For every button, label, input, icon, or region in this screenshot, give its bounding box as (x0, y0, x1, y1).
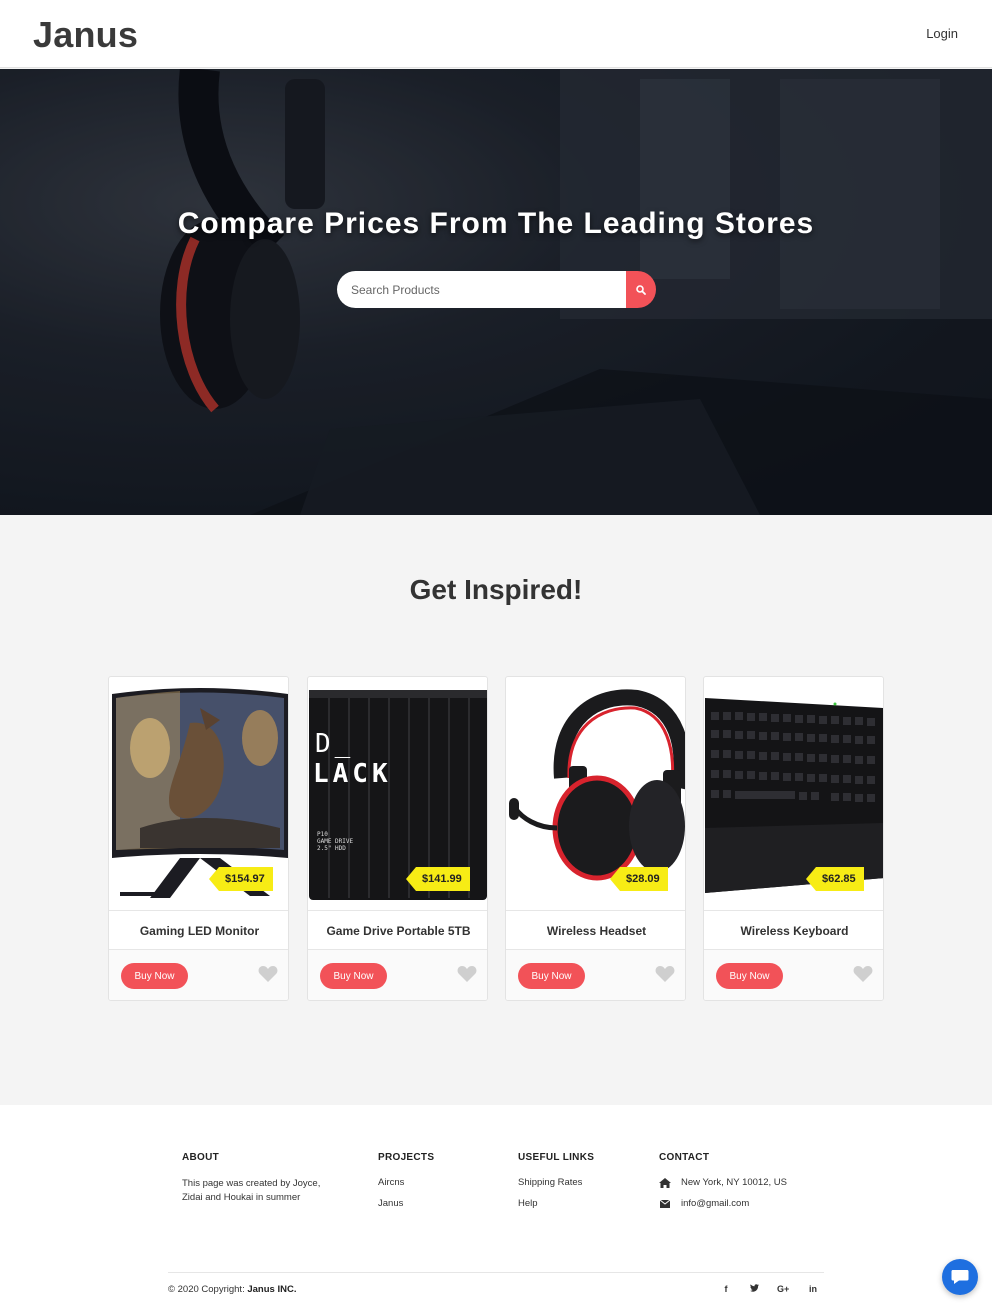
buy-now-button[interactable]: Buy Now (716, 963, 783, 989)
footer-heading: PROJECTS (378, 1152, 435, 1163)
heart-icon[interactable] (457, 965, 477, 983)
card-footer: Buy Now (308, 950, 487, 1000)
chat-bubble-icon (951, 1270, 969, 1284)
footer-contact: CONTACT New York, NY 10012, US info@gmai… (659, 1152, 787, 1209)
site-footer: ABOUT This page was created by Joyce, Zi… (0, 1105, 992, 1306)
product-name[interactable]: Gaming LED Monitor (109, 910, 288, 950)
footer-heading: USEFUL LINKS (518, 1152, 595, 1163)
brand-logo[interactable]: Janus (33, 14, 138, 56)
about-text: This page was created by Joyce, Zidai an… (182, 1178, 321, 1203)
contact-address-text: New York, NY 10012, US (681, 1177, 787, 1188)
product-card: $28.09 Wireless Headset Buy Now (505, 676, 686, 1001)
product-name[interactable]: Wireless Headset (506, 910, 685, 950)
price-tag: $141.99 (406, 867, 470, 891)
twitter-icon[interactable] (748, 1284, 760, 1294)
buy-now-button[interactable]: Buy Now (320, 963, 387, 989)
copyright-text: © 2020 Copyright: (168, 1284, 245, 1295)
price-tag: $28.09 (610, 867, 668, 891)
buy-now-button[interactable]: Buy Now (518, 963, 585, 989)
product-card: D_ LACK P10 GAME DRIVE 2.5" HDD $141.99 … (307, 676, 488, 1001)
contact-email-text[interactable]: info@gmail.com (681, 1198, 749, 1209)
copyright: © 2020 Copyright: Janus INC. (168, 1284, 296, 1295)
buy-now-button[interactable]: Buy Now (121, 963, 188, 989)
linkedin-icon[interactable]: in (807, 1284, 819, 1294)
search-button[interactable] (626, 271, 656, 308)
hero-banner: Compare Prices From The Leading Stores (0, 69, 992, 515)
footer-heading: CONTACT (659, 1152, 710, 1163)
product-card: $154.97 Gaming LED Monitor Buy Now (108, 676, 289, 1001)
footer-projects: PROJECTS Aircns Janus (378, 1152, 434, 1209)
svg-text:P10: P10 (317, 831, 328, 838)
home-icon (659, 1177, 671, 1188)
heart-icon[interactable] (853, 965, 873, 983)
heart-icon[interactable] (258, 965, 278, 983)
svg-text:D_: D_ (315, 729, 354, 759)
product-name[interactable]: Game Drive Portable 5TB (308, 910, 487, 950)
search-bar (337, 271, 656, 308)
copyright-owner[interactable]: Janus INC. (247, 1284, 296, 1295)
footer-link-aircns[interactable]: Aircns (378, 1177, 434, 1188)
search-input[interactable] (337, 271, 626, 308)
svg-text:LACK: LACK (313, 759, 392, 789)
footer-link-help[interactable]: Help (518, 1198, 594, 1209)
facebook-icon[interactable]: f (720, 1284, 732, 1294)
card-footer: Buy Now (704, 950, 883, 1000)
contact-email: info@gmail.com (659, 1198, 787, 1209)
footer-about: ABOUT This page was created by Joyce, Zi… (182, 1152, 322, 1205)
footer-divider (168, 1272, 824, 1273)
hero-title: Compare Prices From The Leading Stores (177, 207, 815, 240)
contact-address: New York, NY 10012, US (659, 1177, 787, 1188)
svg-text:2.5" HDD: 2.5" HDD (317, 845, 346, 852)
search-icon (636, 284, 646, 295)
google-plus-icon[interactable]: G+ (777, 1284, 789, 1294)
card-footer: Buy Now (506, 950, 685, 1000)
price-tag: $62.85 (806, 867, 864, 891)
footer-useful-links: USEFUL LINKS Shipping Rates Help (518, 1152, 594, 1209)
product-card: $62.85 Wireless Keyboard Buy Now (703, 676, 884, 1001)
login-link[interactable]: Login (926, 26, 958, 41)
svg-text:GAME DRIVE: GAME DRIVE (317, 838, 354, 845)
footer-link-shipping[interactable]: Shipping Rates (518, 1177, 594, 1188)
heart-icon[interactable] (655, 965, 675, 983)
footer-heading: ABOUT (182, 1152, 220, 1163)
envelope-icon (659, 1199, 671, 1209)
site-header: Janus Login (0, 0, 992, 68)
card-footer: Buy Now (109, 950, 288, 1000)
product-name[interactable]: Wireless Keyboard (704, 910, 883, 950)
chat-button[interactable] (942, 1259, 978, 1295)
price-tag: $154.97 (209, 867, 273, 891)
footer-link-janus[interactable]: Janus (378, 1198, 434, 1209)
section-title: Get Inspired! (409, 574, 583, 605)
